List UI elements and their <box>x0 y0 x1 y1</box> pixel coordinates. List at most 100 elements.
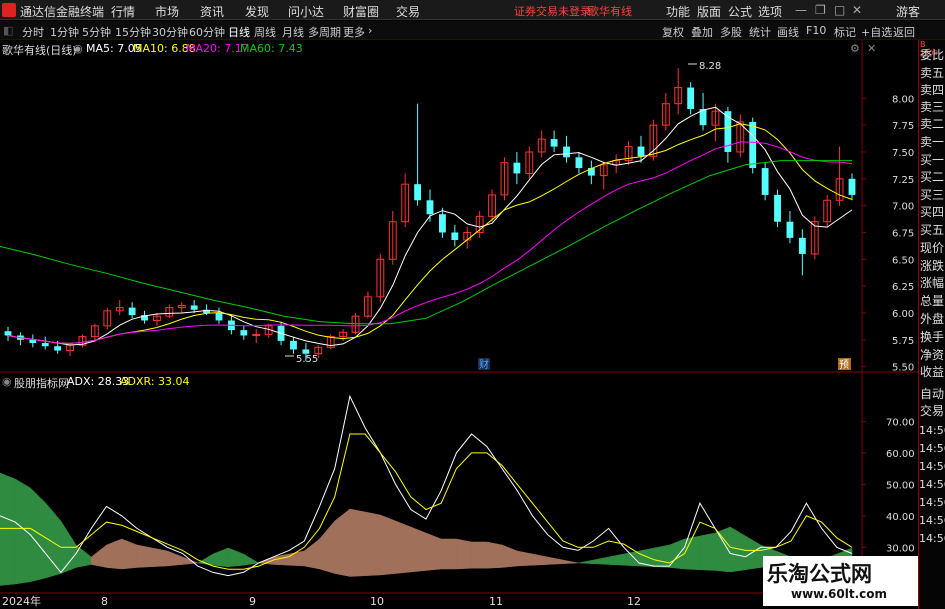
menu-formula[interactable]: 公式 <box>728 3 752 20</box>
adx-line <box>0 394 853 577</box>
btn-overlay[interactable]: 叠加 <box>691 24 713 40</box>
date-label-aug: 8 <box>101 595 108 608</box>
sidebar-sell5[interactable]: 卖五 <box>919 64 945 82</box>
indicator-fill-segment <box>227 547 244 568</box>
indicator-tick-label: 70.00 <box>886 417 915 428</box>
candle-body <box>103 310 112 327</box>
tab-period-weekly[interactable]: 周线 <box>254 24 276 40</box>
price-tick-label: 5.50 <box>892 363 914 374</box>
indicator-settings-icon[interactable]: ◉ <box>2 375 12 388</box>
btn-back[interactable]: 返回 <box>893 24 915 40</box>
candle-body <box>500 162 509 196</box>
tab-period-monthly[interactable]: 月线 <box>282 24 304 40</box>
sidebar-buy5[interactable]: 买五 <box>919 221 945 239</box>
candle-body <box>227 320 235 331</box>
candle-body <box>4 331 12 336</box>
legend-settings-icon[interactable]: ◉ <box>73 42 83 55</box>
sidebar-buy4[interactable]: 买四 <box>919 203 945 221</box>
sidebar-weibi[interactable]: 委比 <box>919 46 945 64</box>
menu-ask[interactable]: 问小达 <box>288 3 324 20</box>
menu-news[interactable]: 资讯 <box>200 3 224 20</box>
sidebar-sell1[interactable]: 卖一 <box>919 133 945 151</box>
candle-body <box>414 184 422 201</box>
sidebar-buy1[interactable]: 买一 <box>919 151 945 169</box>
maximize-icon[interactable]: □ <box>834 3 845 17</box>
candles <box>4 68 856 362</box>
tab-period-15min[interactable]: 15分钟 <box>115 24 151 40</box>
btn-f10[interactable]: F10 <box>806 24 826 37</box>
btn-stats[interactable]: 统计 <box>749 24 771 40</box>
indicator-fill-segment <box>243 553 260 566</box>
close-icon[interactable]: ✕ <box>852 3 862 17</box>
menu-wealth[interactable]: 财富圈 <box>343 3 379 20</box>
date-label-dec: 12 <box>627 595 641 608</box>
panel-settings-icon[interactable]: ⚙ <box>850 42 860 55</box>
tab-period-more[interactable]: 更多 <box>343 24 365 40</box>
chart-title: 歌华有线(日线) <box>2 44 77 57</box>
sidebar-sell2[interactable]: 卖二 <box>919 115 945 133</box>
sidebar-netasset[interactable]: 净资 <box>919 346 945 364</box>
ma20-line <box>7 141 853 344</box>
sidebar-auto[interactable]: 自动 <box>919 385 945 403</box>
indicator-fill-segment <box>653 544 670 568</box>
sidebar-time: 14:56 <box>919 424 945 437</box>
candle-body <box>612 160 621 166</box>
tab-period-30min[interactable]: 30分钟 <box>152 24 188 40</box>
tab-period-multi[interactable]: 多周期 <box>308 24 341 40</box>
sidebar-change[interactable]: 涨跌 <box>919 257 945 275</box>
sidebar-change-pct[interactable]: 涨幅 <box>919 274 945 292</box>
sidebar-volume[interactable]: 总量 <box>919 292 945 310</box>
sidebar-turnover[interactable]: 换手 <box>919 328 945 346</box>
more-chevron-icon[interactable]: › <box>368 24 372 37</box>
btn-adjust[interactable]: 复权 <box>662 24 684 40</box>
candle-body <box>599 164 608 177</box>
candle-body <box>823 199 832 223</box>
sidebar-outer[interactable]: 外盘 <box>919 310 945 328</box>
btn-add-favorite[interactable]: +自选 <box>861 24 892 40</box>
menu-options[interactable]: 选项 <box>758 3 782 20</box>
sidebar-sell3[interactable]: 卖三 <box>919 98 945 116</box>
sidebar-trade[interactable]: 交易 <box>919 402 945 420</box>
tab-period-5min[interactable]: 5分钟 <box>82 24 111 40</box>
period-toolbar: ◧ 分时 1分钟 5分钟 15分钟 30分钟 60分钟 日线 周线 月线 多周期… <box>0 21 945 40</box>
tab-period-1min[interactable]: 1分钟 <box>50 24 79 40</box>
candle-body <box>426 200 434 215</box>
btn-draw[interactable]: 画线 <box>777 24 799 40</box>
menu-trade[interactable]: 交易 <box>396 3 420 20</box>
guest-label[interactable]: 游客 <box>896 3 920 20</box>
menu-function[interactable]: 功能 <box>666 3 690 20</box>
btn-mark[interactable]: 标记 <box>834 24 856 40</box>
candle-body <box>41 343 49 347</box>
login-status[interactable]: 证券交易未登录 <box>514 3 591 19</box>
candle-body <box>575 157 583 169</box>
sidebar-buy2[interactable]: 买二 <box>919 168 945 186</box>
indicator-fill <box>0 472 853 586</box>
restore-icon[interactable]: ❐ <box>815 3 826 17</box>
indicator-fill-segment <box>136 544 153 568</box>
indicator-fill-segment <box>684 535 701 570</box>
candle-body <box>29 339 37 344</box>
sidebar-buy3[interactable]: 买三 <box>919 186 945 204</box>
tab-period-daily[interactable]: 日线 <box>228 24 250 40</box>
badge-yu-box <box>838 358 851 370</box>
indicator-fill-segment <box>182 556 198 565</box>
sidebar-earnings[interactable]: 收益 <box>919 363 945 381</box>
sidebar-price[interactable]: 现价 <box>919 239 945 257</box>
minimize-icon[interactable]: — <box>795 3 807 17</box>
sidebar-time: 14:56 <box>919 532 945 545</box>
panel-close-icon[interactable]: ✕ <box>867 42 876 55</box>
menu-markets[interactable]: 市场 <box>155 3 179 20</box>
toolbar-left-icon[interactable]: ◧ <box>3 24 13 37</box>
badge-cai-box <box>478 358 490 370</box>
indicator-fill-segment <box>623 550 640 567</box>
menu-market[interactable]: 行情 <box>111 3 135 20</box>
sidebar-sell4[interactable]: 卖四 <box>919 81 945 99</box>
candle-body <box>351 315 360 333</box>
menu-layout[interactable]: 版面 <box>697 3 721 20</box>
ma10-line <box>7 123 853 344</box>
btn-multistock[interactable]: 多股 <box>720 24 742 40</box>
candle-body <box>128 307 136 316</box>
tab-period-timeshare[interactable]: 分时 <box>22 24 44 40</box>
tab-period-60min[interactable]: 60分钟 <box>189 24 225 40</box>
menu-discover[interactable]: 发现 <box>245 3 269 20</box>
